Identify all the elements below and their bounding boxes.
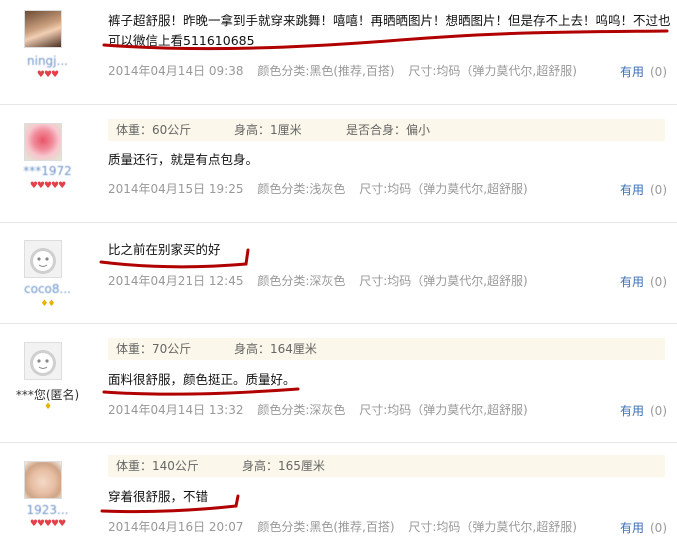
helpful-label[interactable]: 有用 [620,65,644,79]
avatar[interactable] [24,342,62,380]
helpful-label[interactable]: 有用 [620,404,644,418]
username[interactable]: ***1972 [0,164,95,178]
review-color: 颜色分类:黑色(推荐,百搭) [257,64,395,78]
review-item: ***您(匿名) ♦ 体重：70公斤 身高：164厘米 面料很舒服，颜色挺正。质… [0,324,677,443]
attr-height: 身高：164厘米 [234,342,317,356]
review-size: 尺寸:均码（弹力莫代尔,超舒服) [359,182,528,196]
attr-height: 身高：165厘米 [242,459,325,473]
helpful-count: (0) [650,183,667,197]
buyer-attributes: 体重：70公斤 身高：164厘米 [108,338,665,360]
username[interactable]: ***您(匿名) [0,386,95,403]
attr-weight: 体重：60公斤 [116,123,192,137]
review-color: 颜色分类:深灰色 [257,274,346,288]
attr-weight: 体重：140公斤 [116,459,199,473]
helpful-button[interactable]: 有用 (0) [620,402,667,419]
buyer-attributes: 体重：60公斤 身高：1厘米 是否合身：偏小 [108,119,665,141]
helpful-button[interactable]: 有用 (0) [620,273,667,290]
review-item: coco8... ♦♦ 比之前在别家买的好 2014年04月21日 12:45 … [0,223,677,324]
review-item: ***1972 ♥♥♥♥♥ 体重：60公斤 身高：1厘米 是否合身：偏小 质量还… [0,105,677,223]
attr-weight: 体重：70公斤 [116,342,192,356]
review-content: 比之前在别家买的好 [108,242,221,257]
review-meta: 2014年04月14日 09:38 颜色分类:黑色(推荐,百搭) 尺寸:均码（弹… [108,62,587,79]
review-date: 2014年04月15日 19:25 [108,182,244,196]
review-size: 尺寸:均码（弹力莫代尔,超舒服) [408,520,577,534]
helpful-label[interactable]: 有用 [620,183,644,197]
attr-height: 身高：1厘米 [234,123,302,137]
review-content: 穿着很舒服，不错 [108,489,209,504]
helpful-count: (0) [650,404,667,418]
review-color: 颜色分类:黑色(推荐,百搭) [257,520,395,534]
avatar[interactable] [24,461,62,499]
username[interactable]: ningj... [0,54,95,68]
helpful-button[interactable]: 有用 (0) [620,181,667,198]
buyer-level-icon: ♦ [43,402,52,412]
review-date: 2014年04月21日 12:45 [108,274,244,288]
review-content: 面料很舒服，颜色挺正。质量好。 [108,372,296,387]
helpful-count: (0) [650,275,667,289]
avatar[interactable] [24,123,62,161]
review-date: 2014年04月16日 20:07 [108,520,244,534]
review-meta: 2014年04月14日 13:32 颜色分类:深灰色 尺寸:均码（弹力莫代尔,超… [108,401,538,418]
buyer-level-icon: ♥♥♥♥♥ [29,519,66,529]
buyer-level-icon: ♦♦ [40,299,55,309]
avatar[interactable] [24,10,62,48]
review-meta: 2014年04月15日 19:25 颜色分类:浅灰色 尺寸:均码（弹力莫代尔,超… [108,180,538,197]
review-size: 尺寸:均码（弹力莫代尔,超舒服) [408,64,577,78]
helpful-label[interactable]: 有用 [620,275,644,289]
review-meta: 2014年04月16日 20:07 颜色分类:黑色(推荐,百搭) 尺寸:均码（弹… [108,518,587,535]
username[interactable]: 1923... [0,503,95,517]
review-size: 尺寸:均码（弹力莫代尔,超舒服) [359,274,528,288]
default-avatar-icon [30,248,56,274]
review-date: 2014年04月14日 13:32 [108,403,244,417]
review-meta: 2014年04月21日 12:45 颜色分类:深灰色 尺寸:均码（弹力莫代尔,超… [108,272,538,289]
username[interactable]: coco8... [0,282,95,296]
default-avatar-icon [30,350,56,376]
review-size: 尺寸:均码（弹力莫代尔,超舒服) [359,403,528,417]
attr-fit: 是否合身：偏小 [346,123,431,137]
review-content: 裤子超舒服！昨晚一拿到手就穿来跳舞！嘻嘻！再晒晒图片！想晒图片！但是存不上去！呜… [108,13,671,48]
review-color: 颜色分类:深灰色 [257,403,346,417]
avatar[interactable] [24,240,62,278]
helpful-count: (0) [650,65,667,79]
review-item: 1923... ♥♥♥♥♥ 体重：140公斤 身高：165厘米 穿着很舒服，不错… [0,443,677,536]
buyer-attributes: 体重：140公斤 身高：165厘米 [108,455,665,477]
review-date: 2014年04月14日 09:38 [108,64,244,78]
review-content: 质量还行，就是有点包身。 [108,152,259,167]
helpful-button[interactable]: 有用 (0) [620,519,667,536]
buyer-level-icon: ♥♥♥ [36,70,59,80]
buyer-level-icon: ♥♥♥♥♥ [29,181,66,191]
helpful-button[interactable]: 有用 (0) [620,63,667,80]
review-item: ningj... ♥♥♥ 裤子超舒服！昨晚一拿到手就穿来跳舞！嘻嘻！再晒晒图片！… [0,0,677,105]
review-color: 颜色分类:浅灰色 [257,182,346,196]
